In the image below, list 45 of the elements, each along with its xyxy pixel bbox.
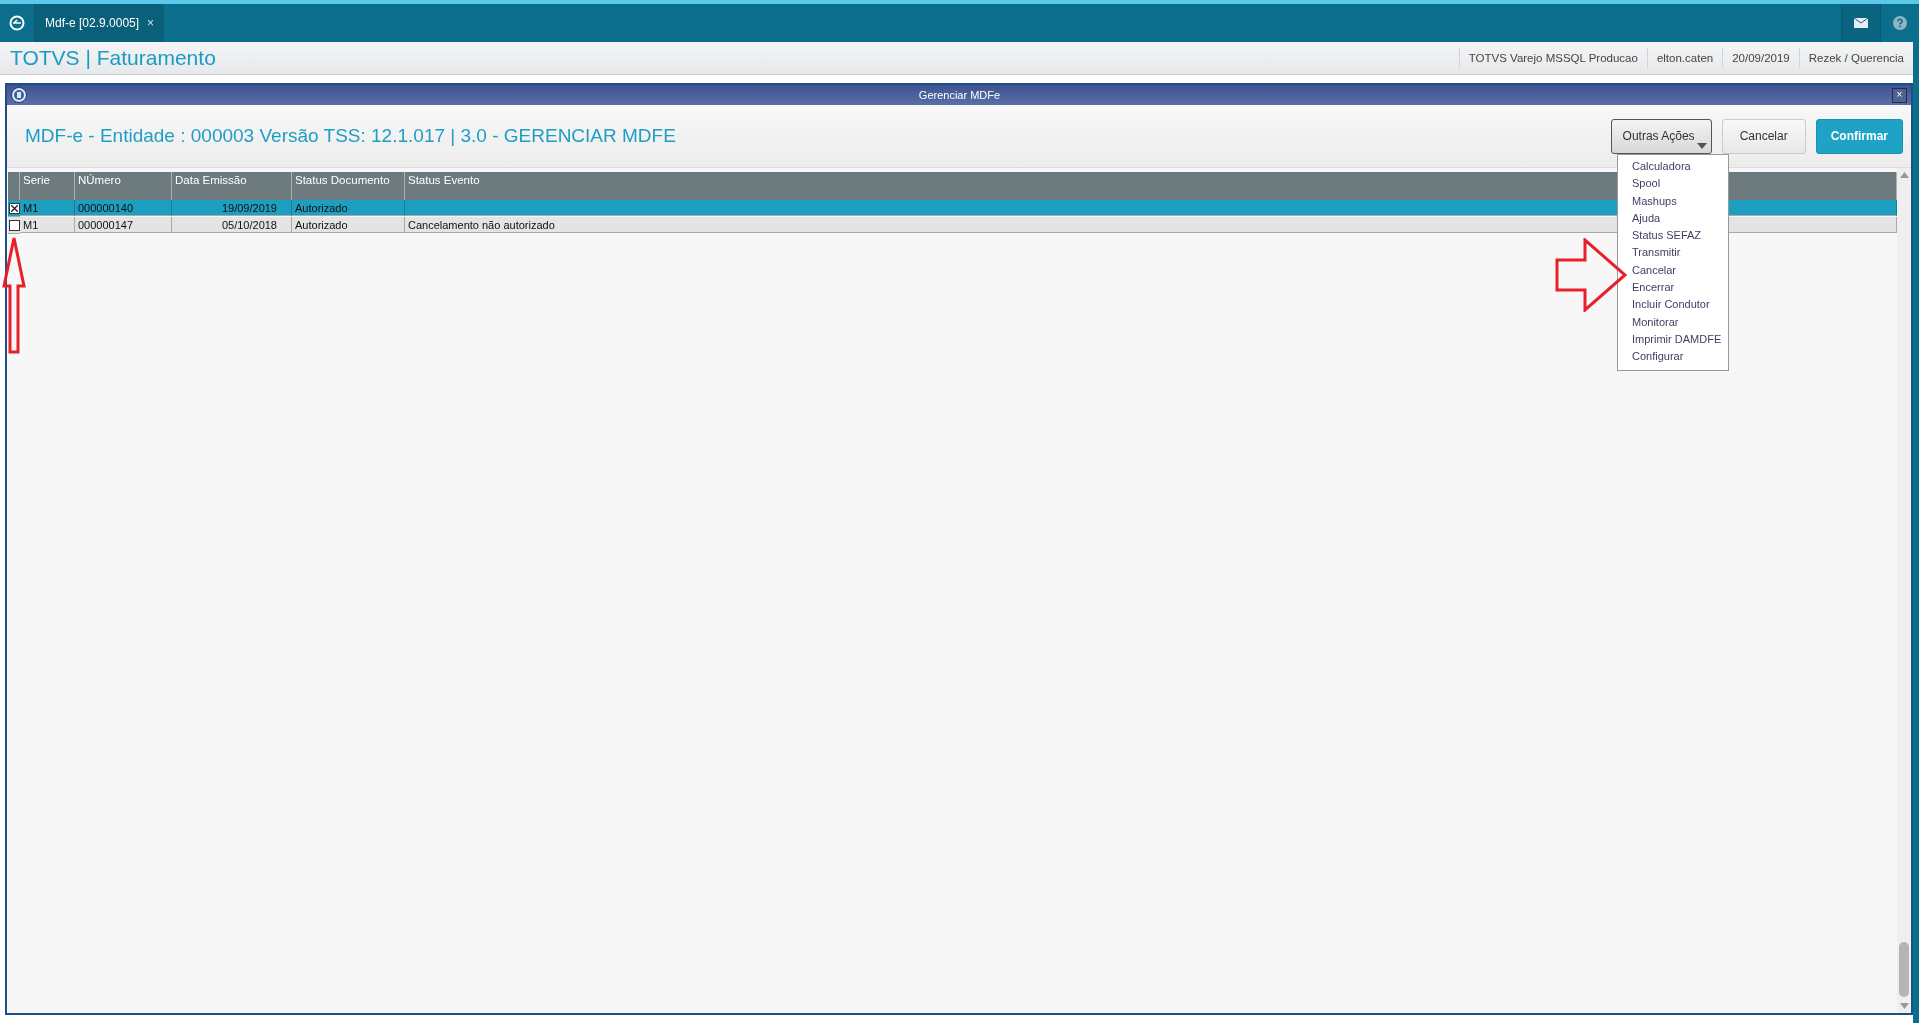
close-tab-button[interactable]: ×: [147, 16, 155, 30]
column-header[interactable]: Serie: [20, 172, 75, 200]
close-button[interactable]: ×: [1892, 87, 1907, 103]
menu-item[interactable]: Configurar: [1618, 348, 1728, 366]
scroll-up-icon[interactable]: [1899, 172, 1909, 178]
caret-icon: [1696, 142, 1707, 149]
dialog-title: Gerenciar MDFe: [917, 89, 1002, 101]
cancel-button[interactable]: Cancelar: [1721, 118, 1806, 154]
column-header[interactable]: Data Emissão: [172, 172, 292, 200]
table-cell: 000000140: [75, 200, 172, 216]
column-header[interactable]: Status Documento: [292, 172, 405, 200]
table-cell: 05/10/2018: [172, 217, 292, 233]
column-header[interactable]: NÚmero: [75, 172, 172, 200]
scrollbar-thumb[interactable]: [1899, 942, 1909, 997]
table-cell: M1: [20, 200, 75, 216]
menu-item[interactable]: Transmitir: [1618, 244, 1728, 262]
menu-item[interactable]: Ajuda: [1618, 209, 1728, 228]
header-info: TOTVS Varejo MSSQL Producao: [1458, 48, 1647, 68]
table-cell: Autorizado: [292, 217, 405, 233]
table-cell: M1: [20, 217, 75, 233]
dialog-icon: [11, 87, 27, 103]
header-info: elton.caten: [1646, 48, 1723, 68]
menu-item[interactable]: Imprimir DAMDFE: [1618, 330, 1728, 349]
table-cell: Autorizado: [292, 200, 405, 216]
menu-item[interactable]: Monitorar: [1618, 313, 1728, 331]
menu-item[interactable]: Status SEFAZ: [1618, 227, 1728, 245]
scroll-down-icon[interactable]: [1899, 1003, 1909, 1009]
app-tab[interactable]: Mdf-e [02.9.0005] ×: [35, 4, 165, 42]
header-info: Rezek / Querencia: [1798, 48, 1913, 68]
help-icon[interactable]: [1893, 16, 1907, 30]
mail-icon[interactable]: [1854, 18, 1868, 28]
dialog-heading: MDF-e - Entidade : 000003 Versão TSS: 12.1.017 | 3.0 - GERENCIAR MDFE: [25, 125, 677, 147]
menu-item[interactable]: Cancelar: [1618, 261, 1728, 280]
menu-item[interactable]: Spool: [1618, 175, 1728, 193]
header-info: 20/09/2019: [1722, 48, 1799, 68]
cross-mark-icon: [10, 204, 18, 212]
logo-icon[interactable]: [9, 15, 25, 31]
menu-item[interactable]: Encerrar: [1618, 279, 1728, 297]
app-title: TOTVS | Faturamento: [9, 46, 217, 70]
menu-item[interactable]: Incluir Condutor: [1618, 296, 1728, 314]
actions-dropdown[interactable]: Outras Ações: [1610, 118, 1712, 154]
table-cell: 19/09/2019: [172, 200, 292, 216]
vertical-scrollbar[interactable]: [1897, 168, 1911, 1013]
column-header: [8, 172, 20, 200]
table-cell: 000000147: [75, 217, 172, 233]
